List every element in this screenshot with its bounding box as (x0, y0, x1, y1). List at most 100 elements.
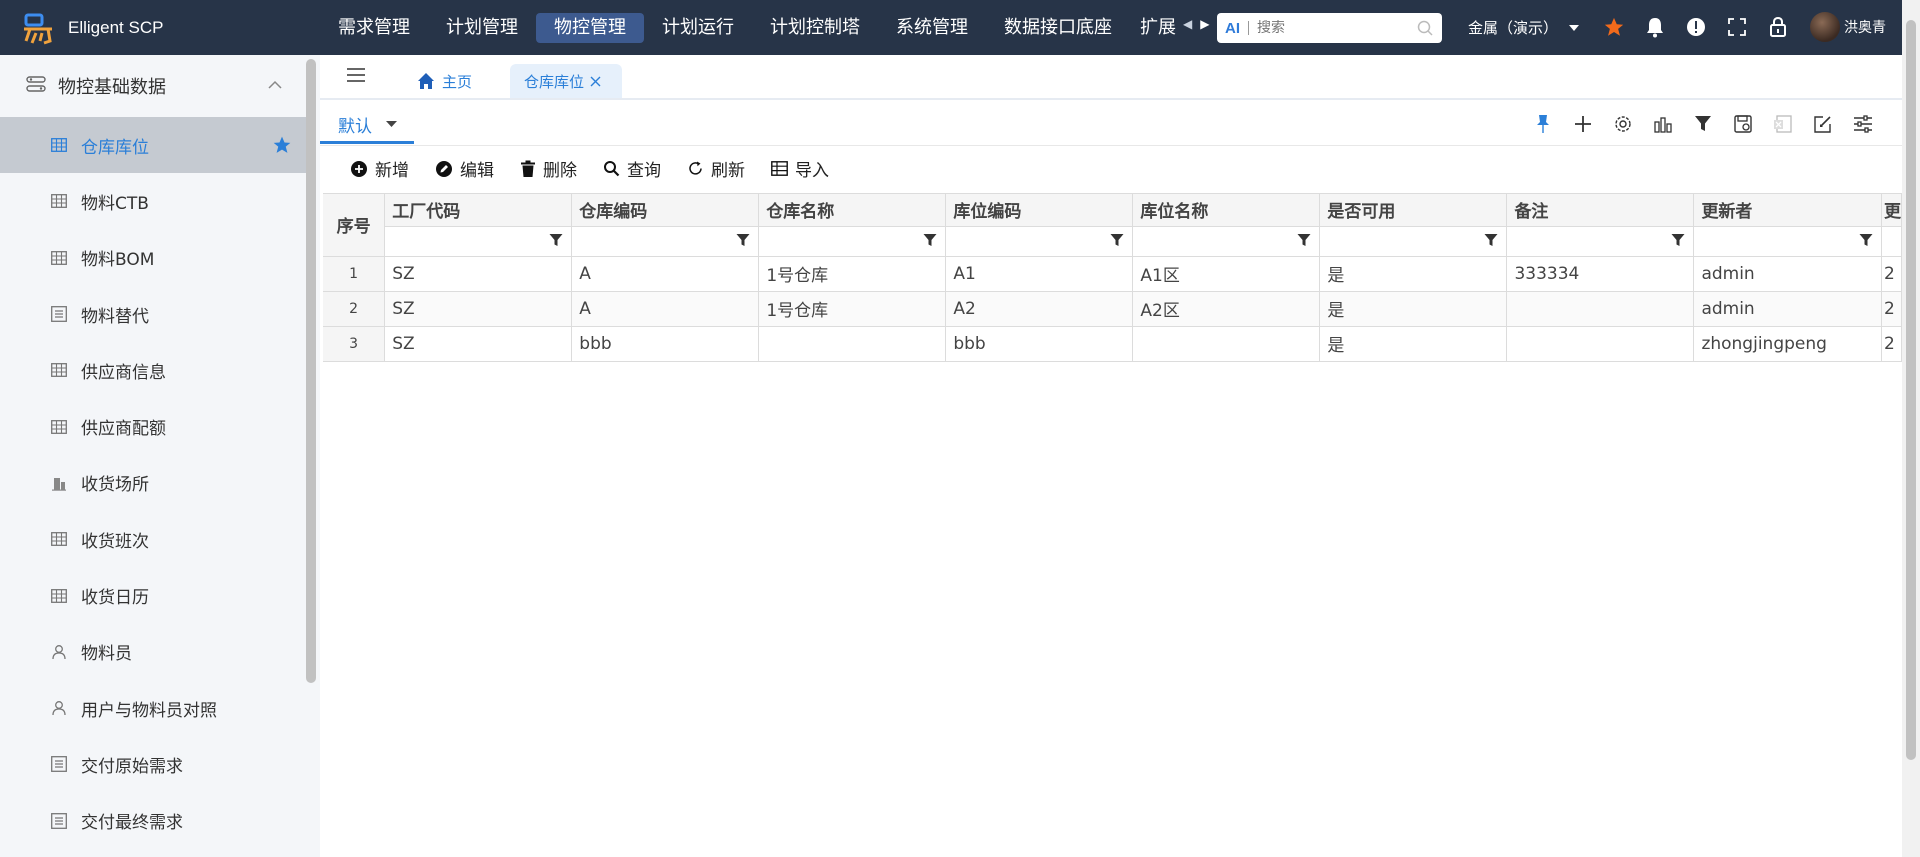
caret-down-icon[interactable] (386, 121, 397, 128)
column-filter[interactable] (1881, 226, 1903, 257)
table-cell[interactable]: A2 (945, 291, 1134, 327)
chevron-up-icon[interactable] (268, 80, 282, 89)
column-header[interactable]: 更新者 (1693, 194, 1882, 227)
nav-material-control[interactable]: 物控管理 (536, 12, 644, 43)
table-cell[interactable]: 2 (1881, 326, 1903, 362)
ai-icon[interactable]: AI (1225, 20, 1240, 37)
table-cell[interactable]: A (571, 256, 760, 292)
table-cell[interactable]: 是 (1319, 291, 1508, 327)
table-cell[interactable]: A2区 (1132, 291, 1321, 327)
filter-icon[interactable] (736, 233, 750, 247)
table-cell[interactable]: 是 (1319, 256, 1508, 292)
avatar[interactable] (1810, 12, 1840, 42)
adjust-sliders-icon[interactable] (1852, 113, 1874, 135)
table-cell[interactable] (758, 326, 947, 362)
column-header[interactable]: 仓库名称 (758, 194, 947, 227)
table-cell[interactable]: bbb (571, 326, 760, 362)
filter-icon[interactable] (1110, 233, 1124, 247)
table-row[interactable]: 1 SZ A 1号仓库 A1 A1区 是 333334 admin 2 (323, 256, 1903, 292)
table-cell[interactable]: A1 (945, 256, 1134, 292)
sidebar-item-receiving-site[interactable]: 收货场所 (0, 455, 306, 511)
page-scroll-thumb[interactable] (1906, 20, 1916, 760)
edit-view-icon[interactable] (1812, 113, 1834, 135)
menu-toggle-icon[interactable] (346, 67, 366, 87)
add-icon[interactable] (1572, 113, 1594, 135)
sidebar-group-material-base[interactable]: 物控基础数据 (0, 55, 306, 117)
app-logo[interactable]: Elligent SCP (0, 11, 310, 45)
view-selector[interactable]: 默认 (338, 112, 397, 137)
sidebar-item-user-clerk-mapping[interactable]: 用户与物料员对照 (0, 680, 306, 736)
column-header[interactable]: 备注 (1506, 194, 1695, 227)
column-filter[interactable] (1132, 226, 1321, 257)
global-search[interactable]: AI (1217, 13, 1442, 43)
page-scrollbar[interactable] (1902, 0, 1920, 857)
refresh-button[interactable]: 刷新 (687, 156, 745, 181)
sidebar-item-receiving-calendar[interactable]: 收货日历 (0, 567, 306, 623)
pinned-star-icon[interactable] (272, 135, 292, 155)
nav-demand[interactable]: 需求管理 (320, 13, 428, 43)
nav-data-interface[interactable]: 数据接口底座 (986, 13, 1130, 43)
sidebar-item-supplier-quota[interactable]: 供应商配额 (0, 398, 306, 454)
sidebar-scroll-thumb[interactable] (306, 59, 316, 683)
add-button[interactable]: 新增 (350, 156, 409, 181)
query-button[interactable]: 查询 (603, 156, 661, 181)
table-cell[interactable]: SZ (384, 256, 573, 292)
close-icon[interactable] (590, 76, 601, 87)
export-excel-icon[interactable] (1772, 113, 1794, 135)
table-cell[interactable]: 2 (1881, 256, 1903, 292)
table-cell[interactable]: SZ (384, 326, 573, 362)
table-cell[interactable]: 2 (1881, 291, 1903, 327)
table-cell[interactable] (1506, 326, 1695, 362)
filter-icon[interactable] (1671, 233, 1685, 247)
filter-icon[interactable] (1692, 113, 1714, 135)
fullscreen-icon[interactable] (1725, 13, 1749, 41)
sidebar-item-material-substitute[interactable]: 物料替代 (0, 286, 306, 342)
nav-extension[interactable]: 扩展 (1130, 13, 1182, 43)
table-cell[interactable]: zhongjingpeng (1693, 326, 1882, 362)
table-cell[interactable]: bbb (945, 326, 1134, 362)
sidebar-item-material-clerk[interactable]: 物料员 (0, 624, 306, 680)
tab-warehouse-location[interactable]: 仓库库位 (510, 64, 622, 98)
search-input[interactable] (1257, 20, 1407, 36)
column-header[interactable]: 库位编码 (945, 194, 1134, 227)
user-menu[interactable]: 洪奥青 (1810, 12, 1886, 42)
sidebar-item-warehouse-location[interactable]: 仓库库位 (0, 117, 306, 174)
nav-system[interactable]: 系统管理 (878, 13, 986, 43)
column-header[interactable]: 更 (1881, 194, 1903, 227)
sidebar-scrollbar[interactable] (306, 55, 320, 857)
tenant-selector[interactable]: 金属（演示） (1468, 17, 1580, 38)
nav-left-arrow-icon[interactable]: ◀ (1183, 17, 1192, 31)
table-cell[interactable]: 333334 (1506, 256, 1695, 292)
sidebar-item-material-ctb[interactable]: 物料CTB (0, 173, 306, 229)
table-cell[interactable]: admin (1693, 291, 1882, 327)
nav-plan[interactable]: 计划管理 (428, 13, 536, 43)
settings-gear-icon[interactable] (1612, 113, 1634, 135)
nav-plan-run[interactable]: 计划运行 (644, 13, 752, 43)
search-icon[interactable] (1416, 19, 1434, 41)
filter-icon[interactable] (1859, 233, 1873, 247)
filter-icon[interactable] (549, 233, 563, 247)
table-cell[interactable]: 是 (1319, 326, 1508, 362)
column-filter[interactable] (384, 226, 573, 257)
column-header[interactable]: 是否可用 (1319, 194, 1508, 227)
table-cell[interactable]: A1区 (1132, 256, 1321, 292)
column-filter[interactable] (1506, 226, 1695, 257)
tab-home[interactable]: 主页 (416, 64, 472, 98)
alert-icon[interactable] (1684, 13, 1708, 41)
favorite-star-icon[interactable] (1602, 13, 1626, 41)
column-header[interactable]: 库位名称 (1132, 194, 1321, 227)
table-cell[interactable]: admin (1693, 256, 1882, 292)
lock-icon[interactable] (1766, 13, 1790, 41)
table-cell[interactable]: A (571, 291, 760, 327)
filter-icon[interactable] (1484, 233, 1498, 247)
pin-icon[interactable] (1532, 113, 1554, 135)
column-header[interactable]: 仓库编码 (571, 194, 760, 227)
filter-icon[interactable] (1297, 233, 1311, 247)
nav-control-tower[interactable]: 计划控制塔 (752, 13, 878, 43)
sidebar-item-receiving-shift[interactable]: 收货班次 (0, 511, 306, 567)
column-filter[interactable] (571, 226, 760, 257)
chart-icon[interactable] (1652, 113, 1674, 135)
column-filter[interactable] (1693, 226, 1882, 257)
sidebar-item-delivery-final-demand[interactable]: 交付最终需求 (0, 793, 306, 849)
table-row[interactable]: 2 SZ A 1号仓库 A2 A2区 是 admin 2 (323, 291, 1903, 327)
